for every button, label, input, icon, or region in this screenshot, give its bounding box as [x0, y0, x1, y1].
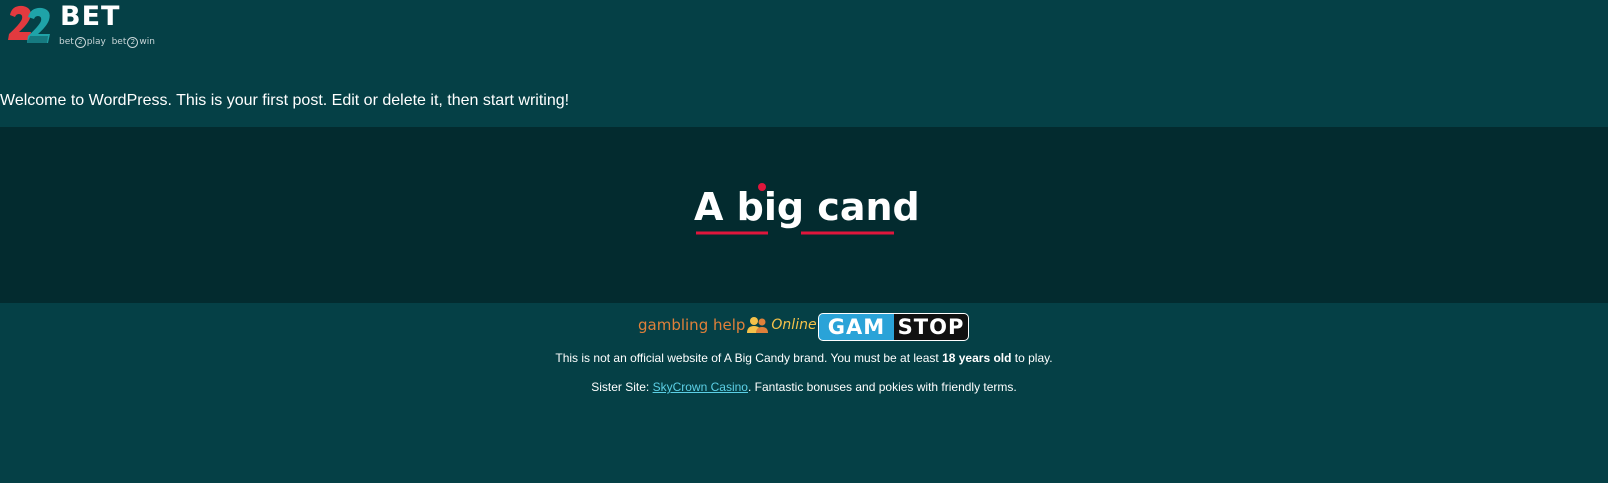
gamstop-badge[interactable]: GAM STOP [818, 313, 969, 341]
disclaimer-after: to play. [1011, 351, 1053, 365]
hero-title: A big candy [694, 185, 920, 229]
gamstop-stop: STOP [894, 313, 969, 341]
sister-prefix: Sister Site: [591, 380, 653, 394]
site-footer: gambling help Online GAM STOP This is no… [0, 303, 1608, 483]
gambling-help-text: gambling help [638, 316, 746, 334]
logo-22-mark [8, 5, 50, 43]
tag-bet-1: bet [59, 37, 74, 47]
tag-circle-2: 2 [127, 37, 139, 48]
gamstop-gam: GAM [818, 313, 894, 341]
disclaimer-age: 18 years old [942, 351, 1012, 365]
age-disclaimer: This is not an official website of A Big… [0, 351, 1608, 365]
disclaimer-before: This is not an official website of A Big… [555, 351, 943, 365]
gambling-help-online-badge[interactable]: gambling help Online [638, 316, 817, 342]
tag-bet-2: bet [111, 37, 127, 47]
post-excerpt: Welcome to WordPress. This is your first… [0, 92, 570, 109]
hero-title-graphic: A big candy [694, 183, 920, 235]
sister-suffix: . Fantastic bonuses and pokies with frie… [747, 380, 1017, 394]
tag-win: win [139, 37, 155, 47]
site-logo[interactable]: BET bet 2 play bet 2 win [6, 1, 156, 51]
logo-wordmark: BET [60, 1, 121, 32]
tag-play: play [86, 37, 106, 47]
gambling-help-online-text: Online [771, 317, 817, 333]
hero-banner: A big candy [0, 127, 1608, 303]
tag-circle-1: 2 [74, 37, 86, 48]
sister-site-link[interactable]: SkyCrown Casino [653, 380, 748, 394]
site-header: BET bet 2 play bet 2 win Welcome to WordPres… [0, 0, 1608, 127]
logo-tagline: bet 2 play bet 2 win [59, 37, 155, 48]
people-icon [747, 317, 769, 333]
hero-dot [758, 183, 766, 191]
sister-site-line: Sister Site: SkyCrown Casino. Fantastic … [0, 380, 1608, 394]
responsible-gambling-badges: gambling help Online GAM STOP [637, 313, 971, 343]
